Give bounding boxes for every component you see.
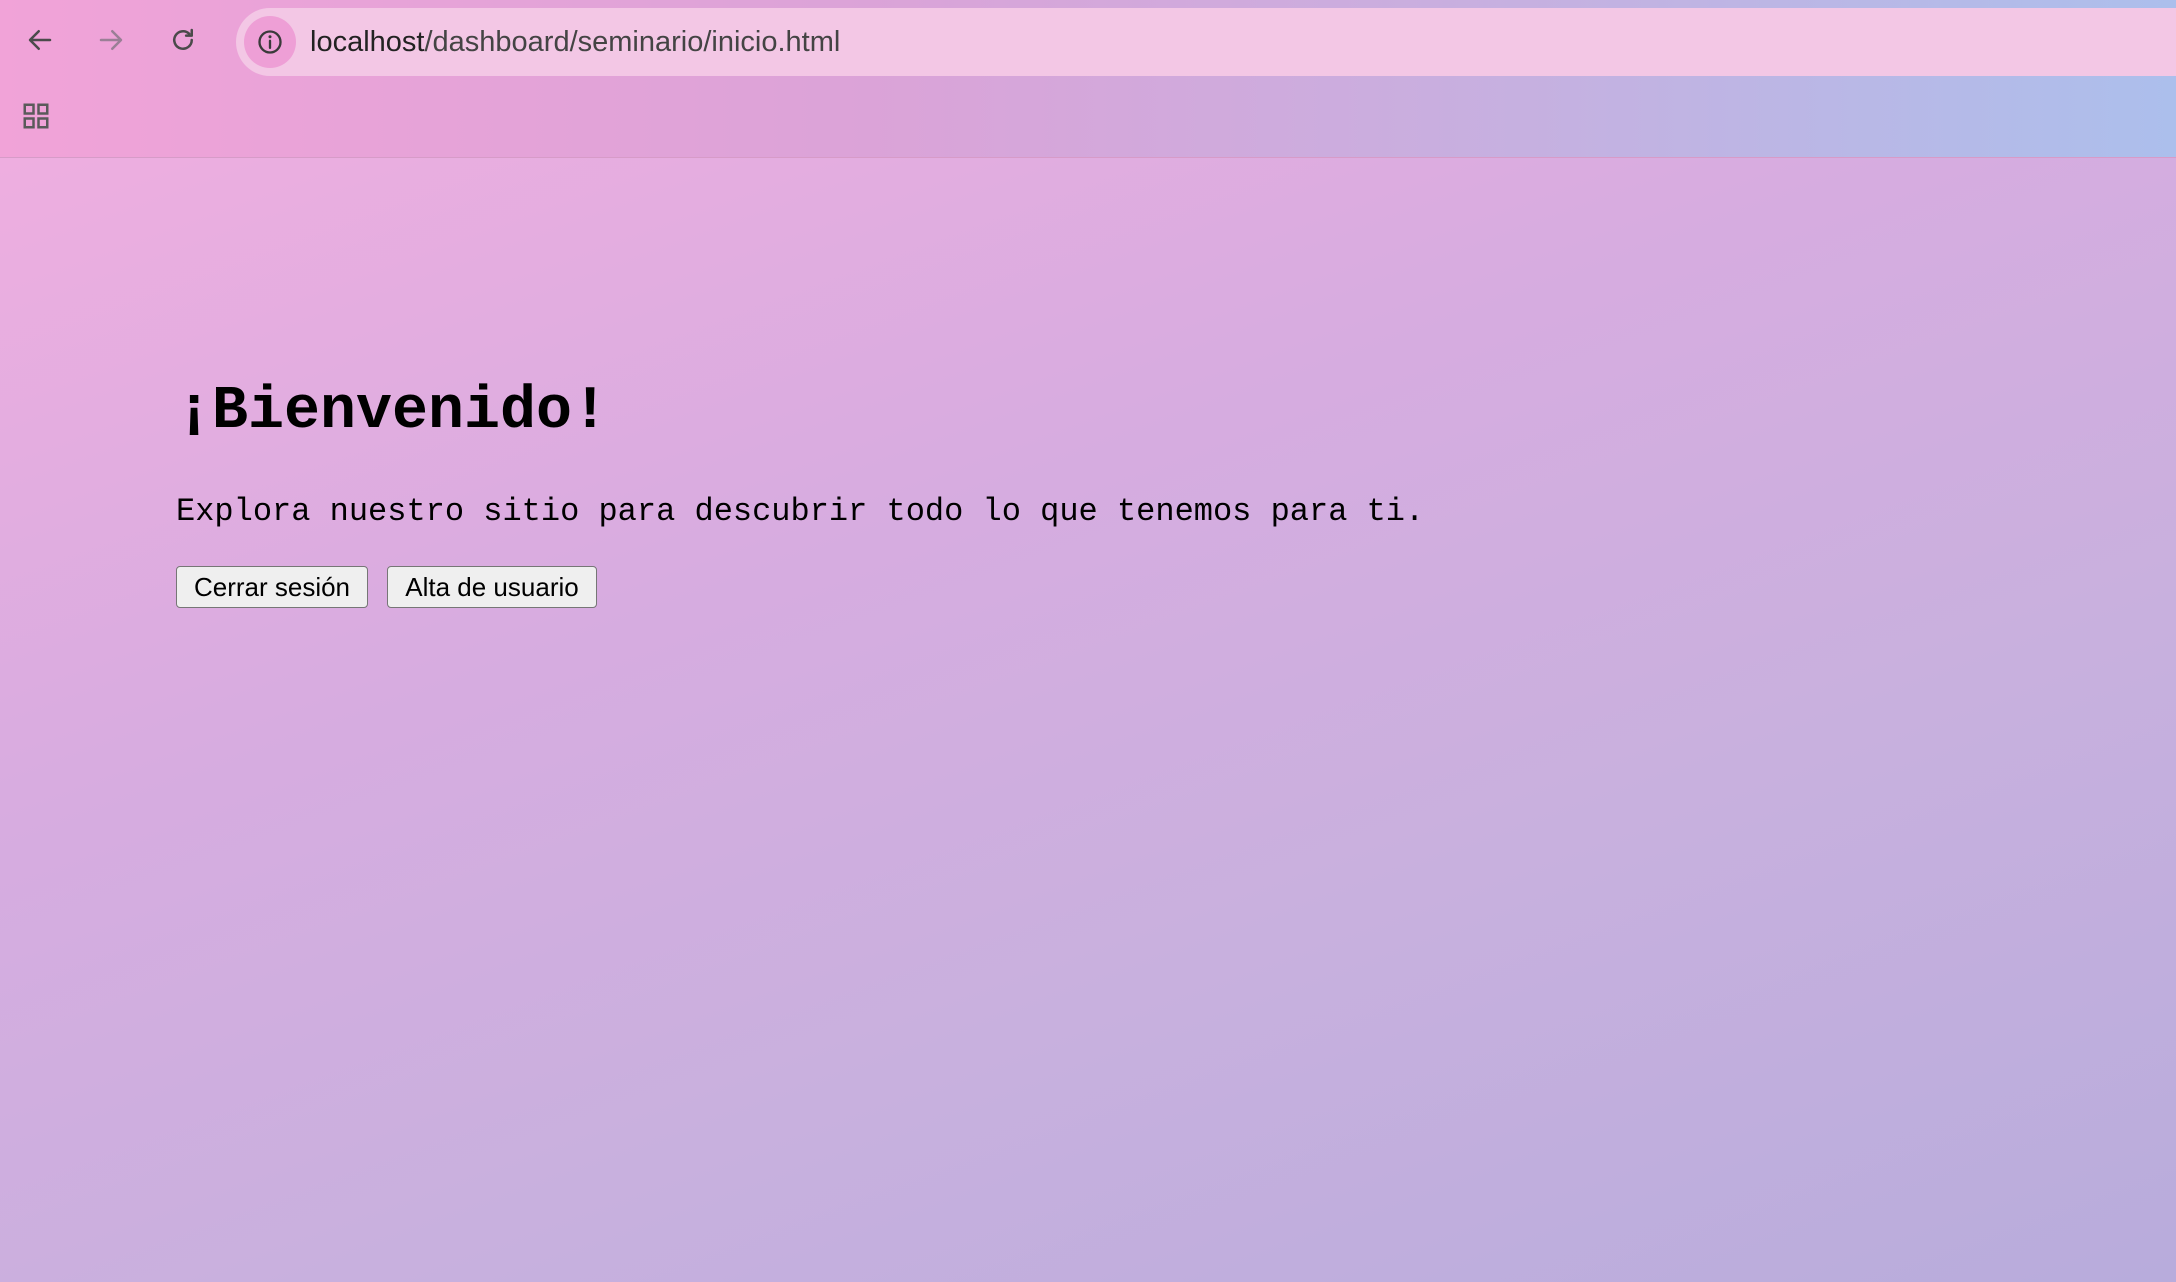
arrow-left-icon: [28, 30, 52, 50]
page-title: ¡Bienvenido!: [176, 378, 609, 446]
address-bar[interactable]: localhost/dashboard/seminario/inicio.htm…: [236, 8, 2176, 76]
page-content: ¡Bienvenido! Explora nuestro sitio para …: [0, 158, 2176, 1282]
apps-button[interactable]: [16, 96, 56, 136]
arrow-right-icon: [99, 30, 123, 50]
url-text[interactable]: localhost/dashboard/seminario/inicio.htm…: [310, 26, 840, 59]
info-icon: [258, 30, 282, 54]
reload-icon: [173, 28, 193, 50]
site-info-button[interactable]: [244, 16, 296, 68]
apps-grid-icon: [23, 103, 49, 129]
url-path: /dashboard/seminario/inicio.html: [424, 25, 841, 58]
forward-button[interactable]: [89, 18, 133, 62]
browser-toolbar: localhost/dashboard/seminario/inicio.htm…: [0, 0, 2176, 158]
signup-button[interactable]: Alta de usuario: [387, 566, 597, 608]
back-button[interactable]: [18, 18, 62, 62]
logout-button[interactable]: Cerrar sesión: [176, 566, 368, 608]
url-host: localhost: [310, 25, 425, 58]
welcome-text: Explora nuestro sitio para descubrir tod…: [176, 493, 1425, 530]
reload-button[interactable]: [161, 18, 205, 62]
